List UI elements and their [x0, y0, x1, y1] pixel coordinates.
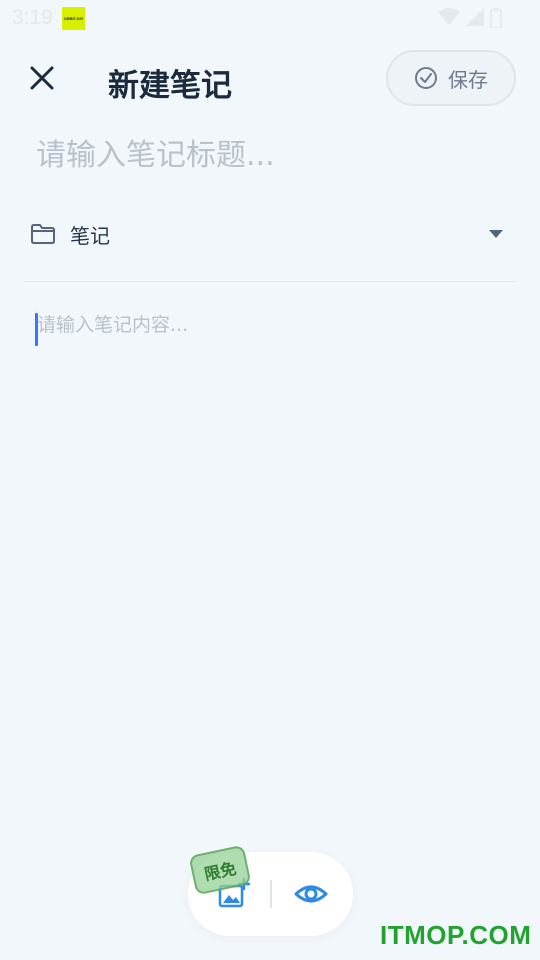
save-button[interactable]: 保存 [386, 50, 516, 106]
status-time: 3:19 [12, 6, 53, 29]
toolbar-separator [270, 880, 272, 908]
eye-icon [294, 885, 328, 903]
category-label: 笔记 [70, 223, 110, 248]
preview-button[interactable] [293, 878, 329, 910]
category-selector[interactable]: 笔记 [30, 212, 504, 256]
divider [24, 281, 516, 282]
folder-icon [31, 224, 55, 244]
wifi-icon [438, 8, 460, 25]
close-icon [30, 66, 54, 90]
status-app-logo: ORBIT.DIY [62, 7, 85, 30]
close-button[interactable] [26, 62, 58, 94]
page-title: 新建笔记 [108, 68, 232, 104]
status-bar: 3:19 ORBIT.DIY [0, 0, 540, 36]
note-title-input[interactable] [36, 130, 506, 180]
caret-down-icon [489, 230, 503, 238]
signal-icon [466, 8, 484, 26]
save-button-label: 保存 [448, 67, 488, 92]
status-icons [438, 8, 502, 28]
site-watermark: ITMOP.COM [380, 920, 532, 950]
check-circle-icon [415, 67, 437, 89]
battery-icon [490, 8, 502, 28]
note-content-input[interactable] [34, 310, 506, 830]
